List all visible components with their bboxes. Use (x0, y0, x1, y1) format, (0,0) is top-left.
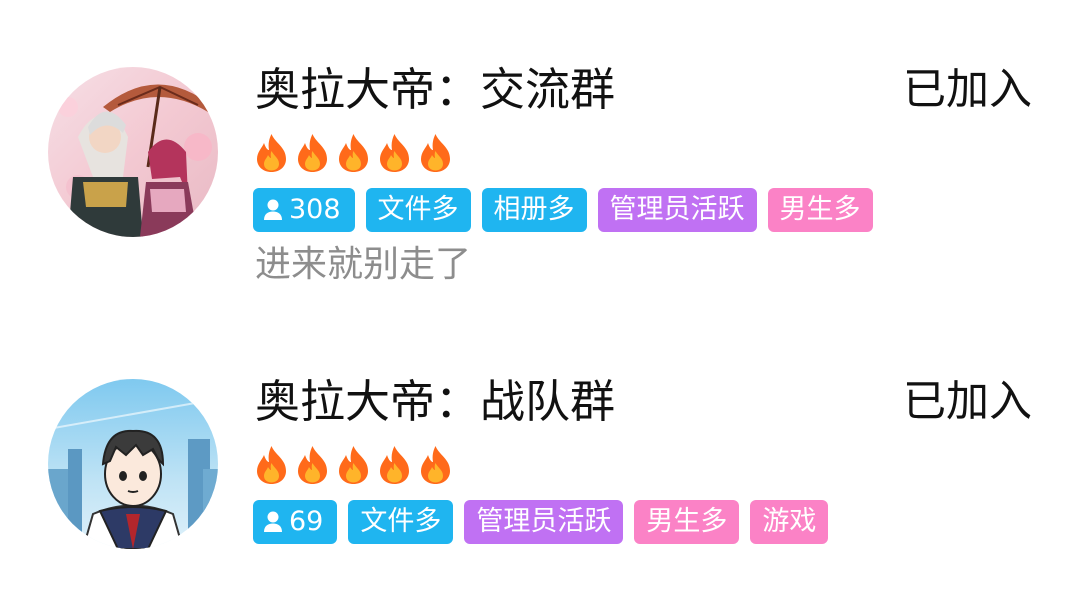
flame-icon (298, 446, 327, 484)
flame-icon (421, 446, 450, 484)
group-avatar[interactable] (48, 379, 218, 549)
join-status[interactable]: 已加入 (903, 62, 1032, 118)
member-count: 69 (289, 506, 324, 537)
group-title[interactable]: 奥拉大帝：战队群 (255, 374, 615, 430)
member-count: 308 (289, 194, 341, 225)
group-description: 进来就别走了 (255, 244, 472, 285)
member-count-tag: 308 (253, 188, 355, 232)
tag-games: 游戏 (750, 500, 829, 544)
tag-active-admin: 管理员活跃 (597, 188, 757, 232)
group-tags: 69 文件多 管理员活跃 男生多 游戏 (253, 500, 829, 544)
tag-files: 文件多 (365, 188, 471, 232)
flame-icon (421, 134, 450, 172)
join-status[interactable]: 已加入 (903, 374, 1032, 430)
tag-files: 文件多 (348, 500, 454, 544)
flame-icon (298, 134, 327, 172)
group-item[interactable]: 奥拉大帝：交流群 已加入 308 文件多 相册多 管理员活跃 男生多 进来就别走… (0, 0, 1080, 300)
group-list: 奥拉大帝：交流群 已加入 308 文件多 相册多 管理员活跃 男生多 进来就别走… (0, 0, 1080, 603)
member-count-tag: 69 (253, 500, 338, 544)
tag-more-boys: 男生多 (634, 500, 740, 544)
flame-icon (339, 134, 368, 172)
person-icon (264, 511, 282, 532)
group-avatar[interactable] (48, 67, 218, 237)
flame-icon (380, 134, 409, 172)
person-icon (264, 199, 282, 220)
flame-icon (257, 134, 286, 172)
group-item[interactable]: 奥拉大帝：战队群 已加入 69 文件多 管理员活跃 男生多 游戏 (0, 312, 1080, 603)
tag-active-admin: 管理员活跃 (464, 500, 624, 544)
heat-rating (253, 133, 454, 173)
tag-albums: 相册多 (481, 188, 587, 232)
flame-icon (257, 446, 286, 484)
flame-icon (339, 446, 368, 484)
flame-icon (380, 446, 409, 484)
group-title[interactable]: 奥拉大帝：交流群 (255, 62, 615, 118)
heat-rating (253, 445, 454, 485)
group-tags: 308 文件多 相册多 管理员活跃 男生多 (253, 188, 873, 232)
tag-more-boys: 男生多 (767, 188, 873, 232)
